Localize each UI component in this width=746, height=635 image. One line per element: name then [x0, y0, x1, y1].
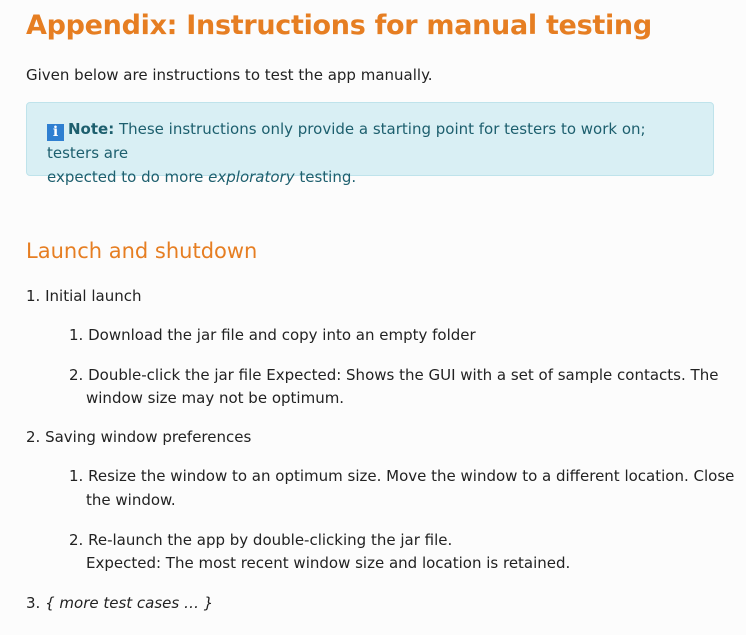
list-item-number: 3. — [26, 594, 41, 612]
sub-list-item-number: 2. — [69, 366, 84, 384]
sub-list-item: 1. Download the jar file and copy into a… — [69, 324, 476, 346]
section-heading: Launch and shutdown — [26, 239, 258, 263]
info-icon: i — [47, 124, 64, 141]
sub-list-item: 2. Double-click the jar file Expected: S… — [69, 364, 718, 386]
list-item: 1. Initial launch — [26, 285, 142, 307]
sub-list-item-number: 1. — [69, 326, 84, 344]
note-emphasis: exploratory — [208, 168, 295, 186]
sub-list-item-number: 1. — [69, 467, 84, 485]
sub-list-item-text: Double-click the jar file Expected: Show… — [88, 366, 719, 384]
list-item-label: { more test cases … } — [45, 594, 214, 612]
sub-list-item: 2. Re-launch the app by double-clicking … — [69, 529, 452, 551]
page-title: Appendix: Instructions for manual testin… — [26, 10, 652, 41]
list-item: 2. Saving window preferences — [26, 426, 251, 448]
list-item-number: 2. — [26, 428, 41, 446]
sub-list-item: 1. Resize the window to an optimum size.… — [69, 465, 734, 487]
note-text-line2-after: testing. — [294, 168, 357, 186]
sub-list-item-number: 2. — [69, 531, 84, 549]
sub-list-item-continuation: the window. — [86, 491, 176, 509]
intro-text: Given below are instructions to test the… — [26, 66, 433, 84]
list-item-label: Initial launch — [45, 287, 142, 305]
sub-list-item-continuation: Expected: The most recent window size an… — [86, 554, 571, 572]
note-label: Note: — [68, 120, 115, 138]
sub-list-item-text: Resize the window to an optimum size. Mo… — [88, 467, 735, 485]
list-item: 3. { more test cases … } — [26, 592, 213, 614]
note-callout: i Note: These instructions only provide a… — [26, 102, 714, 186]
sub-list-item-continuation: window size may not be optimum. — [86, 389, 345, 407]
note-text-line2-before: expected to do more — [47, 168, 209, 186]
sub-list-item-text: Download the jar file and copy into an e… — [88, 326, 476, 344]
list-item-label: Saving window preferences — [45, 428, 252, 446]
list-item-number: 1. — [26, 287, 41, 305]
sub-list-item-text: Re-launch the app by double-clicking the… — [88, 531, 453, 549]
note-text-line1: These instructions only provide a starti… — [47, 120, 646, 162]
